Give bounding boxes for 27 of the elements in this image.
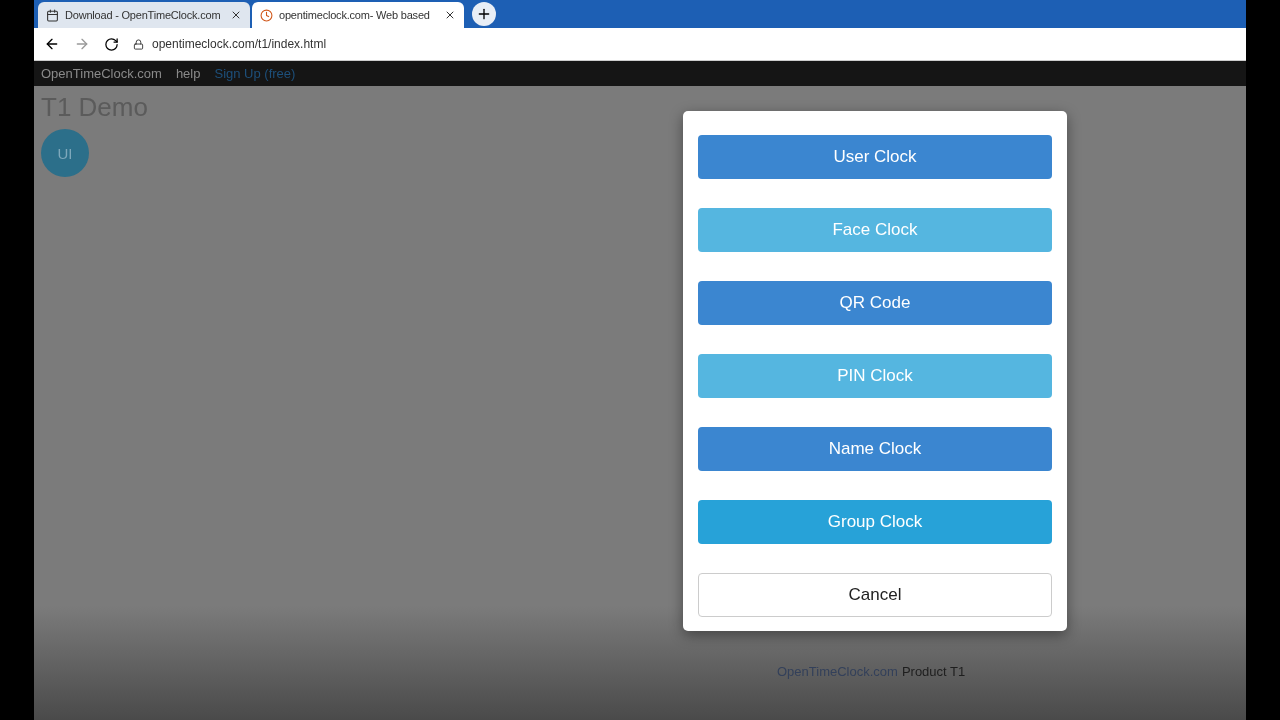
url-field[interactable]: opentimeclock.com/t1/index.html <box>152 37 327 51</box>
plus-icon <box>476 6 492 22</box>
browser-tab[interactable]: Download - OpenTimeClock.com <box>38 2 250 28</box>
reload-icon[interactable] <box>104 36 119 52</box>
close-icon[interactable] <box>444 9 456 21</box>
clock-option-button[interactable]: PIN Clock <box>698 354 1052 398</box>
clock-option-button[interactable]: QR Code <box>698 281 1052 325</box>
brand-link[interactable]: OpenTimeClock.com <box>41 66 162 81</box>
forward-icon[interactable] <box>74 36 90 52</box>
clock-option-button[interactable]: Face Clock <box>698 208 1052 252</box>
close-icon[interactable] <box>230 9 242 21</box>
avatar: UI <box>41 129 89 177</box>
cancel-button[interactable]: Cancel <box>698 573 1052 617</box>
browser-tab[interactable]: opentimeclock.com- Web based <box>252 2 464 28</box>
clock-option-button[interactable]: User Clock <box>698 135 1052 179</box>
back-icon[interactable] <box>44 36 60 52</box>
lock-icon <box>133 38 144 50</box>
calendar-icon <box>46 8 59 22</box>
clock-option-button[interactable]: Group Clock <box>698 500 1052 544</box>
new-tab-button[interactable] <box>472 2 496 26</box>
nav-link[interactable]: Sign Up (free) <box>214 66 296 81</box>
nav-link[interactable]: help <box>175 66 201 81</box>
clock-option-button[interactable]: Name Clock <box>698 427 1052 471</box>
tab-title: Download - OpenTimeClock.com <box>65 9 222 21</box>
footer-text: Product T1 <box>901 664 966 679</box>
clock-icon <box>260 8 273 22</box>
tab-title: opentimeclock.com- Web based <box>279 9 431 21</box>
